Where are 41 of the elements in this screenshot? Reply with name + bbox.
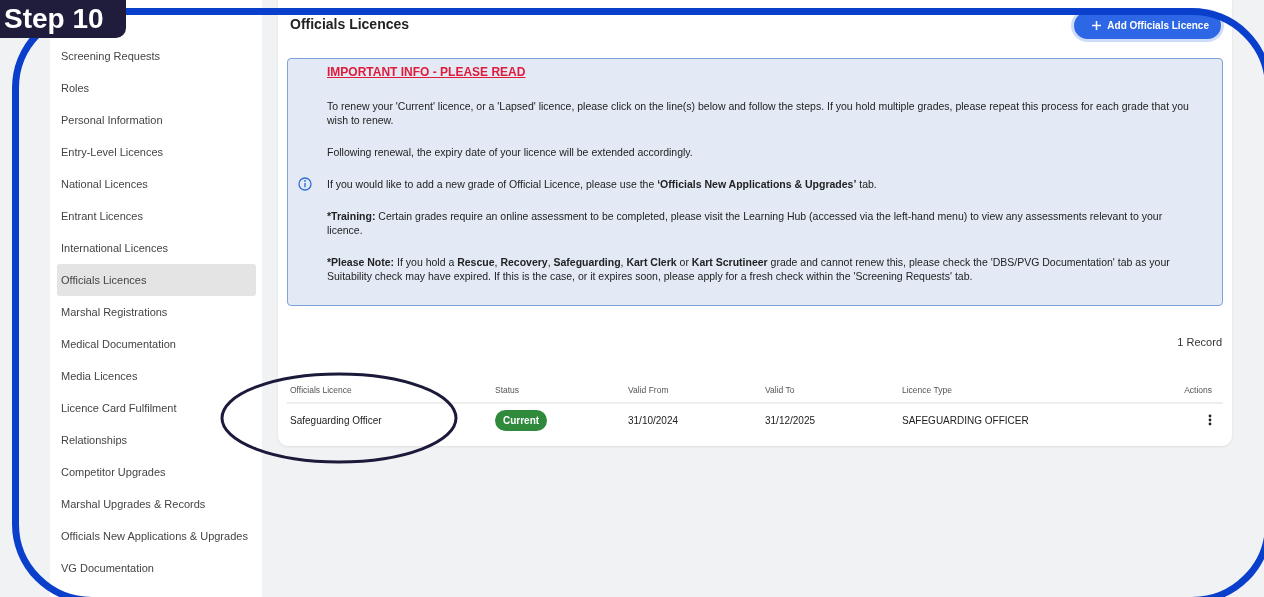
table-cell-text: 31/10/2024 (628, 414, 680, 426)
sidebar-item[interactable]: Entry-Level Licences (57, 136, 256, 168)
sidebar-item[interactable]: Media Licences (57, 360, 256, 392)
info-paragraph: *Training: Certain grades require an online assessment to be completed, please visit the Learning Hub (accessed via the left-hand menu) to view any assessments relevant to your licence. (327, 209, 1164, 237)
sidebar-item[interactable]: Officials New Applications & Upgrades (57, 520, 256, 552)
sidebar-item[interactable]: Screening Requests (57, 40, 256, 72)
plus-icon (1092, 21, 1102, 30)
info-paragraph: If you would like to add a new grade of Official Licence, please use the ‘Officials New Applications & Upgrades’ tab. (327, 177, 877, 191)
sidebar-item[interactable]: Entrant Licences (57, 200, 256, 232)
table-cell-text: Safeguarding Officer (290, 414, 383, 426)
column-header: Valid To (765, 385, 796, 395)
info-paragraph: To renew your 'Current' licence, or a 'Lapsed' licence, please click on the line(s) below and follow the steps. If you hold multiple grades, please repeat this process for each grade that you wish to renew. (327, 99, 1190, 127)
table-row[interactable]: Safeguarding Officer Current 31/10/2024 31/12/2025 SAFEGUARDING OFFICER (287, 404, 1223, 436)
table-cell-text: 31/12/2025 (765, 414, 817, 426)
column-header: Valid From (628, 385, 670, 395)
sidebar-item[interactable]: National Licences (57, 168, 256, 200)
info-icon (298, 177, 312, 191)
record-count: 1 Record (1176, 336, 1222, 348)
sidebar-item[interactable]: Medical Documentation (57, 328, 256, 360)
info-paragraph: *Please Note: If you hold a Rescue, Recovery, Safeguarding, Kart Clerk or Kart Scrutineer grade and cannot renew this, please check the 'DBS/PVG Documentation' tab as your Suitability check may have expired. If this is the case, or it expires soon, please apply for a fresh check within the 'Screening Requests' tab. (327, 255, 1171, 283)
sidebar-item[interactable]: Competitor Upgrades (57, 456, 256, 488)
sidebar-item[interactable]: Marshal Upgrades & Records (57, 488, 256, 520)
column-header: Officials Licence (290, 385, 353, 395)
sidebar-item[interactable]: Officials Licences (57, 264, 256, 296)
status-badge: Current (495, 409, 548, 431)
info-heading: IMPORTANT INFO - PLEASE READ (327, 65, 526, 79)
table-cell-text: SAFEGUARDING OFFICER (902, 414, 1030, 426)
more-options-icon[interactable] (1208, 414, 1212, 426)
info-paragraph: Following renewal, the expiry date of your licence will be extended accordingly. (327, 145, 693, 159)
sidebar-item[interactable]: International Licences (57, 232, 256, 264)
column-header: Actions (1184, 385, 1213, 395)
sidebar-item[interactable]: Personal Information (57, 104, 256, 136)
sidebar-item[interactable]: Licence Card Fulfilment (57, 392, 256, 424)
sidebar-item[interactable]: Roles (57, 72, 256, 104)
page-title: Officials Licences (290, 16, 410, 32)
sidebar-item[interactable]: Relationships (57, 424, 256, 456)
column-header: Status (495, 385, 521, 395)
sidebar-item[interactable]: VG Documentation (57, 552, 256, 584)
sidebar-item[interactable]: Marshal Registrations (57, 296, 256, 328)
column-header: Licence Type (902, 385, 953, 395)
step-badge: Step 10 (0, 0, 126, 38)
